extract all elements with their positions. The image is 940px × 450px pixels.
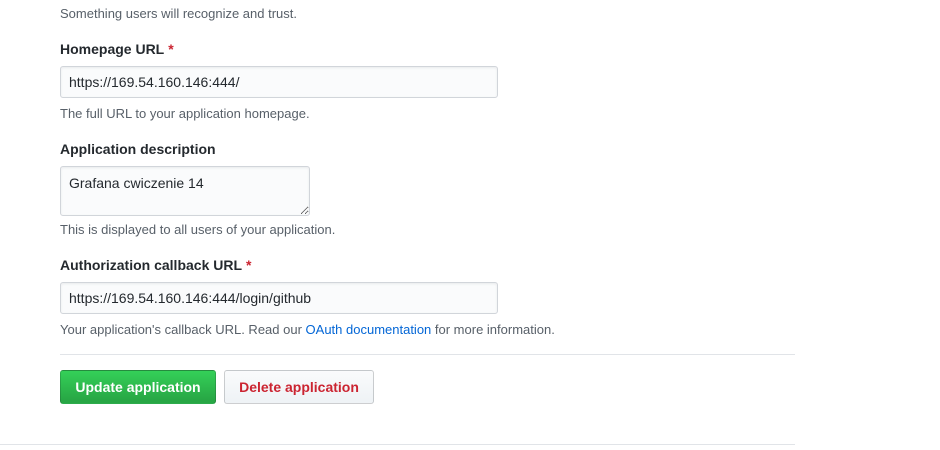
oauth-documentation-link[interactable]: OAuth documentation	[306, 322, 432, 337]
homepage-url-label: Homepage URL *	[60, 40, 174, 58]
homepage-url-note: The full URL to your application homepag…	[60, 106, 310, 121]
homepage-url-input[interactable]	[60, 66, 498, 98]
bottom-divider	[0, 444, 795, 445]
application-name-note: Something users will recognize and trust…	[60, 6, 298, 21]
authorization-callback-url-input[interactable]	[60, 282, 498, 314]
authorization-callback-url-label: Authorization callback URL *	[60, 256, 251, 274]
homepage-url-required-mark: *	[168, 41, 174, 57]
authorization-callback-url-required-mark: *	[246, 257, 252, 273]
application-description-note: This is displayed to all users of your a…	[60, 222, 336, 237]
callback-note-after: for more information.	[431, 322, 555, 337]
callback-note-before: Your application's callback URL. Read ou…	[60, 322, 306, 337]
delete-application-button[interactable]: Delete application	[224, 370, 374, 404]
application-description-label: Application description	[60, 141, 216, 157]
homepage-url-label-text: Homepage URL	[60, 41, 165, 57]
authorization-callback-url-note: Your application's callback URL. Read ou…	[60, 322, 555, 338]
update-application-button[interactable]: Update application	[60, 370, 216, 404]
form-divider	[60, 354, 795, 355]
authorization-callback-url-label-text: Authorization callback URL	[60, 257, 243, 273]
oauth-app-settings-form: Something users will recognize and trust…	[0, 0, 940, 450]
application-description-textarea[interactable]: Grafana cwiczenie 14	[60, 166, 310, 216]
